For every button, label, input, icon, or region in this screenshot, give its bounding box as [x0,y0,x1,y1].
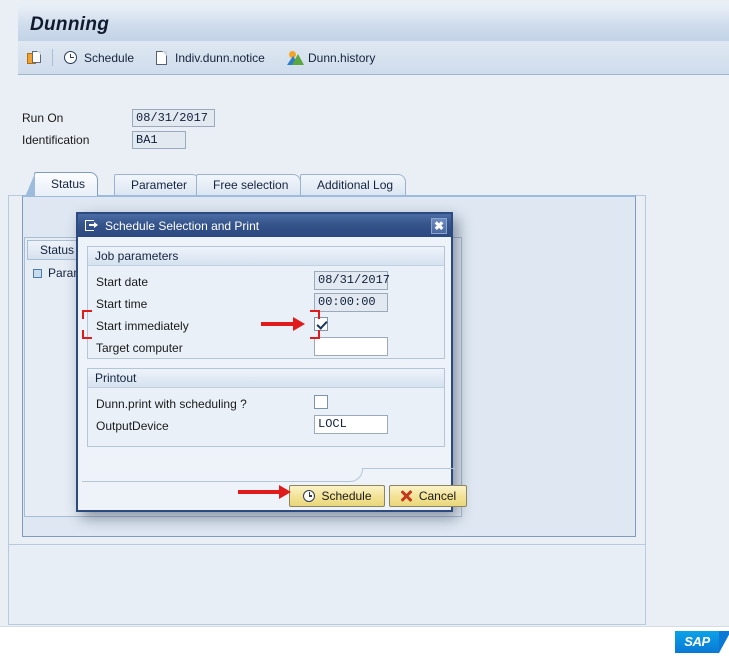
lower-empty-container [8,545,646,625]
printout-group: Printout Dunn.print with scheduling ? Ou… [87,368,445,447]
dunn-print-checkbox[interactable] [314,395,328,409]
job-parameters-group: Job parameters Start date 08/31/2017 Sta… [87,246,445,359]
toolbar-create-button[interactable] [24,47,51,68]
cancel-button[interactable]: Cancel [389,485,467,507]
clock-icon [302,489,316,503]
footer-divider-slope [321,469,363,482]
dialog-footer: Schedule Cancel [78,468,467,510]
identification-input[interactable]: BA1 [132,130,186,149]
start-time-input[interactable]: 00:00:00 [314,293,388,312]
footer-divider-left [82,481,322,482]
toolbar-dunn-history-label: Dunn.history [308,50,376,65]
output-device-label: OutputDevice [96,418,169,433]
clock-icon [63,50,79,66]
dialog-body: Job parameters Start date 08/31/2017 Sta… [78,237,467,510]
start-immediately-row: Start immediately [96,315,189,336]
footer-divider-right [362,468,455,469]
toolbar-schedule-button[interactable]: Schedule [60,47,137,68]
identification-row: Identification BA1 [22,130,186,149]
toolbar-indiv-dunn-notice-button[interactable]: Indiv.dunn.notice [151,47,268,68]
tab-additional-log[interactable]: Additional Log [300,174,407,196]
x-mark-icon [400,489,414,503]
toolbar-schedule-label: Schedule [84,50,135,65]
target-computer-input[interactable] [314,337,388,356]
schedule-button-label: Schedule [321,489,372,503]
close-icon[interactable]: ✖ [431,217,447,234]
job-parameters-group-label: Job parameters [88,247,444,266]
document-icon [154,50,170,66]
dunn-print-row: Dunn.print with scheduling ? [96,393,247,414]
dialog-titlebar: Schedule Selection and Print ✖ [78,214,451,237]
toolbar-indiv-dunn-notice-label: Indiv.dunn.notice [175,50,265,65]
start-date-input[interactable]: 08/31/2017 [314,271,390,290]
toolbar-separator [52,49,53,66]
create-icon [27,50,43,66]
schedule-export-icon [85,219,99,232]
identification-label: Identification [22,132,90,147]
run-on-input[interactable]: 08/31/2017 [132,108,215,127]
window-title-band: Dunning [18,6,729,42]
output-device-input[interactable]: LOCL [314,415,388,434]
cancel-button-label: Cancel [418,489,457,503]
sap-gui-window: Dunning Schedule Indiv.dunn.notice Dunn.… [0,0,729,661]
status-bar: SAP [0,626,729,661]
printout-group-label: Printout [88,369,444,388]
page-title: Dunning [30,14,110,35]
tab-status[interactable]: Status [24,172,99,197]
start-immediately-label: Start immediately [96,318,189,333]
run-on-label: Run On [22,110,64,125]
sap-logo: SAP [675,631,729,653]
tab-free-selection[interactable]: Free selection [196,174,302,196]
output-device-row: OutputDevice [96,415,169,436]
start-date-row: Start date [96,271,148,292]
history-mountains-icon [287,50,304,66]
target-computer-row: Target computer [96,337,183,358]
dunn-print-label: Dunn.print with scheduling ? [96,396,247,411]
schedule-selection-and-print-dialog: Schedule Selection and Print ✖ Job param… [76,212,467,512]
toolbar-dunn-history-button[interactable]: Dunn.history [284,47,378,68]
tabstrip: Status Parameter Free selection Addition… [22,172,636,197]
expand-square-icon[interactable] [33,268,42,278]
tab-parameter[interactable]: Parameter [114,174,201,196]
start-time-row: Start time [96,293,147,314]
dialog-title: Schedule Selection and Print [105,218,260,233]
target-computer-label: Target computer [96,340,183,355]
start-date-label: Start date [96,274,149,289]
run-on-row: Run On 08/31/2017 [22,108,215,127]
application-toolbar: Schedule Indiv.dunn.notice Dunn.history [18,41,729,75]
start-immediately-checkbox[interactable] [314,317,328,331]
schedule-button[interactable]: Schedule [289,485,385,507]
start-time-label: Start time [96,296,148,311]
